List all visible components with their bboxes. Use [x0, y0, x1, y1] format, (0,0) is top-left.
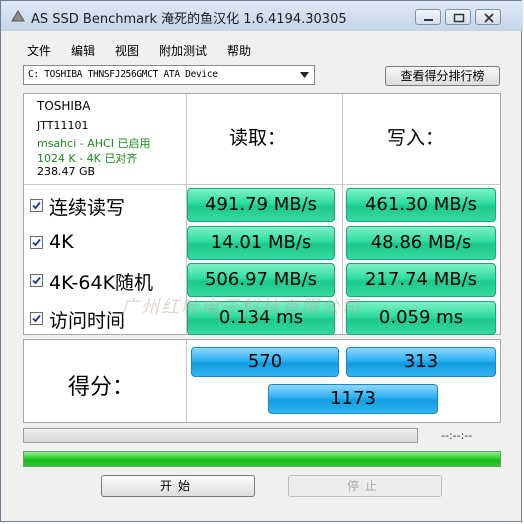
4k-label: 4K: [49, 231, 74, 253]
drive-firmware: JTT11101: [37, 119, 89, 132]
drive-driver-status: msahci - AHCI 已启用: [37, 137, 151, 150]
watermark: 广州红叶电子科技有限公司: [121, 297, 361, 318]
read-score: 570: [191, 347, 339, 377]
sequential-read-value: 491.79 MB/s: [187, 188, 335, 222]
maximize-icon: [453, 13, 465, 23]
close-button[interactable]: [475, 9, 501, 25]
minimize-button[interactable]: [415, 9, 441, 25]
drive-vendor: TOSHIBA: [37, 99, 91, 113]
drive-capacity: 238.47 GB: [37, 165, 96, 178]
menu-extra-tests[interactable]: 附加测试: [159, 42, 207, 59]
app-icon: [11, 10, 25, 22]
4k-write-value: 48.86 MB/s: [346, 226, 496, 260]
column-divider: [186, 340, 187, 422]
checkmark-icon: [32, 238, 41, 247]
test-progress-bar: [23, 428, 418, 443]
score-label: 得分：: [68, 375, 135, 400]
access-time-write-value: 0.059 ms: [346, 301, 496, 335]
stop-button[interactable]: 停止: [288, 475, 442, 497]
menu-file[interactable]: 文件: [27, 42, 51, 59]
maximize-button[interactable]: [445, 9, 471, 25]
drive-select[interactable]: C: TOSHIBA THNSFJ256GMCT ATA Device: [23, 65, 315, 85]
4k-64k-label: 4K-64K随机: [49, 272, 154, 294]
write-score: 313: [346, 347, 496, 377]
menu-view[interactable]: 视图: [115, 42, 139, 59]
4k-read-value: 14.01 MB/s: [187, 226, 335, 260]
app-window: AS SSD Benchmark 淹死的鱼汉化 1.6.4194.30305 文…: [0, 0, 523, 522]
elapsed-time: --:--:--: [441, 429, 473, 442]
drive-alignment-status: 1024 K - 4K 已对齐: [37, 152, 138, 165]
access-time-label: 访问时间: [49, 310, 126, 332]
checkmark-icon: [32, 314, 41, 323]
4k-64k-read-value: 506.97 MB/s: [187, 263, 335, 297]
sequential-write-value: 461.30 MB/s: [346, 188, 496, 222]
total-score: 1173: [268, 384, 438, 414]
drive-select-value: C: TOSHIBA THNSFJ256GMCT ATA Device: [28, 69, 218, 80]
title-bar[interactable]: AS SSD Benchmark 淹死的鱼汉化 1.6.4194.30305: [1, 1, 523, 31]
start-button[interactable]: 开始: [101, 475, 255, 497]
4k-checkbox[interactable]: [30, 236, 43, 249]
minimize-icon: [424, 19, 433, 21]
sequential-label: 连续读写: [49, 197, 126, 219]
read-column-header: 读取：: [229, 127, 287, 149]
menu-bar: 文件 编辑 视图 附加测试 帮助: [1, 39, 523, 61]
menu-help[interactable]: 帮助: [227, 42, 251, 59]
window-title: AS SSD Benchmark 淹死的鱼汉化 1.6.4194.30305: [31, 12, 347, 27]
overall-progress-bar: [23, 451, 501, 467]
4k-64k-write-value: 217.74 MB/s: [346, 263, 496, 297]
row-divider: [24, 184, 500, 185]
view-ranking-button[interactable]: 查看得分排行榜: [385, 66, 500, 86]
close-icon: [484, 13, 494, 23]
4k-64k-checkbox[interactable]: [30, 274, 43, 287]
menu-edit[interactable]: 编辑: [71, 42, 95, 59]
sequential-checkbox[interactable]: [30, 199, 43, 212]
checkmark-icon: [32, 276, 41, 285]
write-column-header: 写入：: [387, 127, 445, 149]
chevron-down-icon: [300, 72, 309, 78]
checkmark-icon: [32, 201, 41, 210]
access-time-checkbox[interactable]: [30, 312, 43, 325]
